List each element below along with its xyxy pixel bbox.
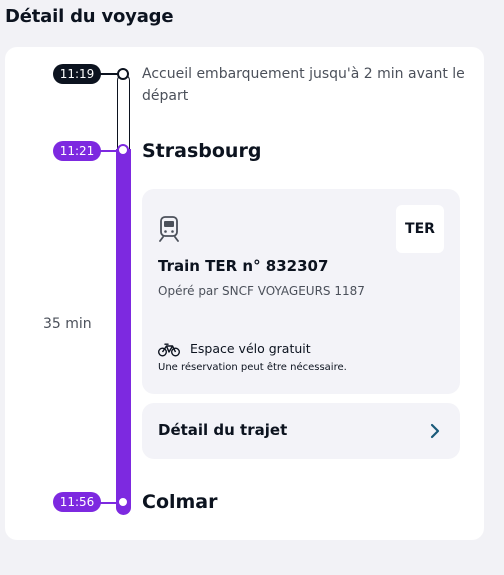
bike-icon [158,343,180,357]
arrival-station: Colmar [142,491,218,513]
boarding-timeline-segment [117,74,130,149]
boarding-dot [117,68,129,80]
trip-duration: 35 min [43,316,92,332]
arrival-connector [99,502,119,504]
train-icon [159,216,179,242]
boarding-connector [99,73,119,75]
travel-timeline-segment [116,149,131,515]
boarding-time-badge: 11:19 [53,64,101,84]
trip-detail-label: Détail du trajet [158,421,288,439]
departure-dot [117,144,129,156]
train-operator: Opéré par SNCF VOYAGEURS 1187 [158,284,365,298]
train-name: Train TER n° 832307 [158,257,329,275]
boarding-info-text: Accueil embarquement jusqu'à 2 min avant… [142,66,465,104]
train-info-card: TER Train TER n° 832307 Opéré par SNCF V… [142,189,460,394]
ter-badge: TER [396,205,444,253]
departure-time-badge: 11:21 [53,141,101,161]
chevron-right-icon [430,423,440,439]
trip-detail-button[interactable]: Détail du trajet [142,403,460,459]
arrival-dot [117,496,129,508]
page-title: Détail du voyage [5,6,174,27]
bike-space-label: Espace vélo gratuit [190,341,311,356]
departure-station: Strasbourg [142,140,262,162]
departure-connector [99,150,119,152]
arrival-time-badge: 11:56 [53,492,101,512]
journey-card: 11:19 Accueil embarquement jusqu'à 2 min… [5,47,484,540]
bike-reservation-note: Une réservation peut être nécessaire. [158,362,347,373]
